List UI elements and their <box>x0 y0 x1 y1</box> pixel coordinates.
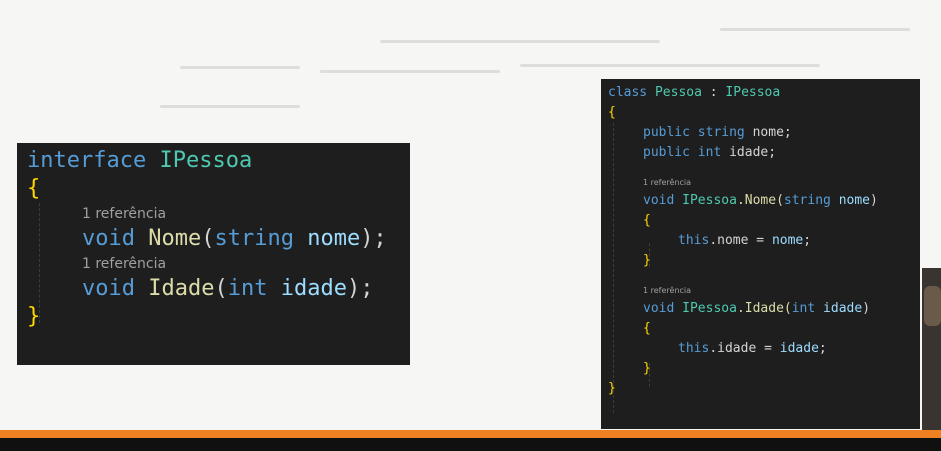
method-nome-signature: void Nome(string nome); <box>27 225 410 253</box>
interface-name: IPessoa <box>682 301 737 316</box>
method-close-brace: } <box>643 361 651 376</box>
reference-codelens[interactable]: 1 referência <box>27 203 410 225</box>
faded-text <box>380 40 660 43</box>
open-brace: { <box>27 176 41 201</box>
keyword: void <box>82 226 135 251</box>
param-ref: nome <box>771 233 804 248</box>
param-type: string <box>214 226 294 251</box>
presentation-slide: interface IPessoa { 1 referência void No… <box>0 0 941 438</box>
punctuation: ); <box>346 276 374 301</box>
close-brace: } <box>608 381 616 396</box>
bottom-strip <box>0 438 941 451</box>
webcam-overlay <box>922 268 941 438</box>
method-close-brace: } <box>643 253 651 268</box>
modifier: public <box>643 125 690 140</box>
punctuation: ) <box>862 301 871 316</box>
param-name: nome <box>307 226 361 251</box>
interface-name: IPessoa <box>725 85 781 100</box>
field-type: string <box>697 125 745 140</box>
param-type: string <box>783 193 831 208</box>
keyword: void <box>643 193 675 208</box>
field-name: nome; <box>752 125 792 140</box>
method-open-brace: { <box>643 321 651 336</box>
method-idade-signature: void Idade(int idade); <box>27 275 410 303</box>
interface-name: IPessoa <box>159 148 253 173</box>
param-name: idade <box>823 301 863 316</box>
this-keyword: this <box>678 341 710 356</box>
assignment-idade: this.idade = idade; <box>608 339 920 359</box>
interface-declaration: interface IPessoa <box>27 147 410 175</box>
faded-text <box>520 64 820 67</box>
punctuation: ) <box>870 193 878 208</box>
param-name: nome <box>838 193 871 208</box>
open-brace: { <box>608 105 616 120</box>
assignment-nome: this.nome = nome; <box>608 231 920 251</box>
member-assign: .nome = <box>709 233 772 248</box>
param-type: int <box>227 276 268 301</box>
method-name: .Idade( <box>736 301 792 316</box>
method-name: Nome <box>148 226 202 251</box>
reference-codelens[interactable]: 1 referência <box>27 253 410 275</box>
interface-code-panel: interface IPessoa { 1 referência void No… <box>17 143 410 365</box>
keyword: class <box>608 85 648 100</box>
faded-text <box>160 105 300 108</box>
faded-text <box>720 28 910 31</box>
keyword: interface <box>27 148 147 173</box>
punctuation: ); <box>360 226 387 251</box>
punctuation: ; <box>818 341 827 356</box>
param-ref: idade <box>779 341 819 356</box>
punctuation: : <box>701 85 726 100</box>
field-nome: public string nome; <box>608 123 920 143</box>
modifier: public <box>643 145 690 160</box>
param-type: int <box>791 301 816 316</box>
faded-text <box>180 66 300 69</box>
method-idade-implementation: void IPessoa.Idade(int idade) <box>608 299 920 319</box>
reference-codelens[interactable]: 1 referência <box>608 175 920 191</box>
param-name: idade <box>280 276 347 301</box>
punctuation: ( <box>214 276 228 301</box>
class-code-panel: class Pessoa : IPessoa { public string n… <box>601 79 920 429</box>
close-brace: } <box>27 304 41 329</box>
member-assign: .idade = <box>709 341 780 356</box>
reference-codelens[interactable]: 1 referência <box>608 283 920 299</box>
punctuation: ( <box>201 226 215 251</box>
faded-text <box>320 70 500 73</box>
punctuation: ; <box>803 233 812 248</box>
method-name: Idade <box>148 276 215 301</box>
method-open-brace: { <box>643 213 651 228</box>
class-declaration: class Pessoa : IPessoa <box>608 83 920 103</box>
method-name: .Nome( <box>736 193 784 208</box>
class-name: Pessoa <box>654 85 702 100</box>
field-type: int <box>697 145 722 160</box>
accent-bar <box>0 430 941 438</box>
field-name: idade; <box>729 145 777 160</box>
this-keyword: this <box>678 233 710 248</box>
keyword: void <box>82 276 135 301</box>
method-nome-implementation: void IPessoa.Nome(string nome) <box>608 191 920 211</box>
keyword: void <box>643 301 675 316</box>
interface-name: IPessoa <box>682 193 737 208</box>
field-idade: public int idade; <box>608 143 920 163</box>
